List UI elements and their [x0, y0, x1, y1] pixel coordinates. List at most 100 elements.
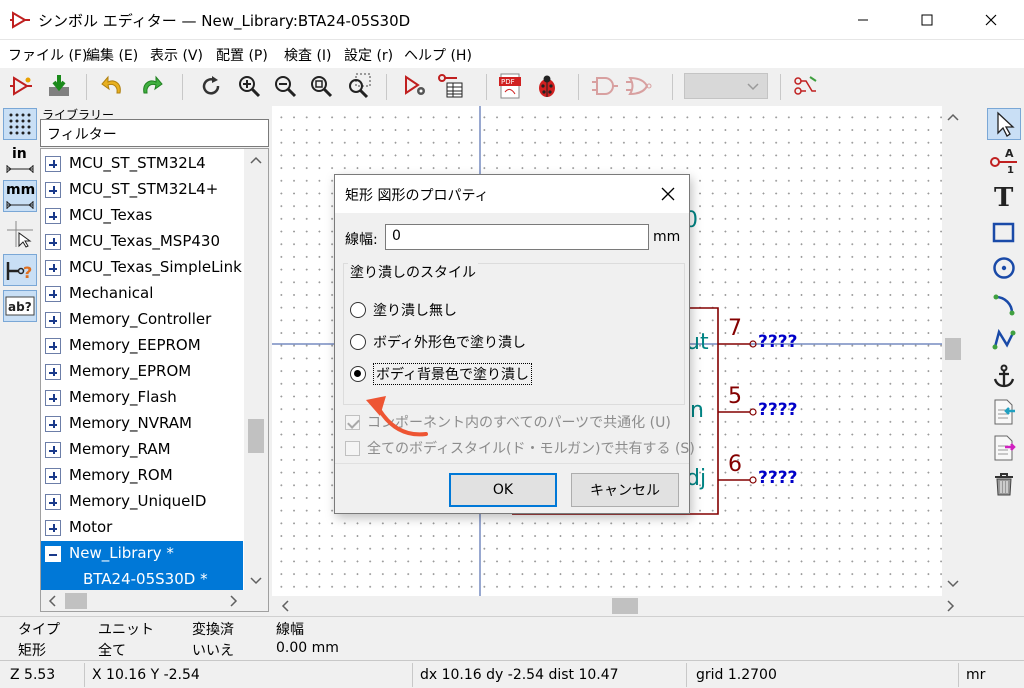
add-text-button[interactable]: T [987, 180, 1021, 212]
units-mm-button[interactable]: mm [3, 180, 37, 212]
fill-none-radio[interactable]: 塗り潰し無し [350, 298, 457, 322]
library-tree-item[interactable]: Memory_EPROM [41, 359, 243, 385]
expand-icon[interactable] [45, 468, 61, 484]
menu-place[interactable]: 配置 (P) [216, 45, 268, 65]
body-style-demorgan-button[interactable] [624, 71, 654, 101]
library-tree-item[interactable]: MCU_ST_STM32L4 [41, 151, 243, 177]
radio-icon[interactable] [350, 302, 366, 318]
fill-body-background-radio[interactable]: ボディ背景色で塗り潰し [350, 362, 533, 386]
datasheet-button[interactable]: PDF [496, 71, 526, 101]
library-vertical-scrollbar[interactable] [244, 149, 268, 601]
menu-preferences[interactable]: 設定 (r) [344, 45, 393, 65]
expand-icon[interactable] [45, 338, 61, 354]
export-graphics-button[interactable] [987, 432, 1021, 464]
anchor-button[interactable] [987, 360, 1021, 392]
zoom-fit-button[interactable] [306, 71, 336, 101]
pin-table-button[interactable] [436, 71, 466, 101]
erc-button[interactable] [532, 71, 562, 101]
radio-icon[interactable] [350, 334, 366, 350]
library-tree-item[interactable]: Memory_Controller [41, 307, 243, 333]
pin-connection-button[interactable] [790, 71, 820, 101]
show-electrical-type-button[interactable]: ? [3, 254, 37, 286]
show-hidden-fields-button[interactable]: ab? [3, 290, 37, 322]
redo-button[interactable] [136, 71, 166, 101]
scroll-thumb[interactable] [612, 598, 638, 614]
library-tree-item[interactable]: Memory_RAM [41, 437, 243, 463]
radio-checked-icon[interactable] [350, 366, 366, 382]
scroll-thumb[interactable] [65, 593, 87, 609]
save-button[interactable] [44, 71, 74, 101]
library-tree-item[interactable]: MCU_Texas [41, 203, 243, 229]
menu-help[interactable]: ヘルプ (H) [404, 45, 472, 65]
scroll-right-icon[interactable] [942, 598, 958, 614]
library-tree-item[interactable]: MCU_ST_STM32L4+ [41, 177, 243, 203]
scroll-up-icon[interactable] [244, 153, 268, 169]
library-horizontal-scrollbar[interactable] [40, 590, 269, 612]
scroll-left-icon[interactable] [45, 593, 61, 609]
library-tree-item[interactable]: Memory_NVRAM [41, 411, 243, 437]
expand-icon[interactable] [45, 234, 61, 250]
scroll-down-icon[interactable] [244, 573, 268, 589]
library-tree-item[interactable]: Memory_ROM [41, 463, 243, 489]
expand-icon[interactable] [45, 364, 61, 380]
library-tree-item[interactable]: MCU_Texas_MSP430 [41, 229, 243, 255]
line-width-input[interactable]: 0 [385, 224, 649, 250]
scroll-right-icon[interactable] [225, 593, 241, 609]
scroll-down-icon[interactable] [942, 576, 964, 592]
expand-icon[interactable] [45, 182, 61, 198]
add-polyline-button[interactable] [987, 324, 1021, 356]
expand-icon[interactable] [45, 286, 61, 302]
delete-tool-button[interactable] [987, 468, 1021, 500]
menu-inspect[interactable]: 検査 (I) [284, 45, 332, 65]
ok-button[interactable]: OK [449, 473, 557, 507]
canvas-horizontal-scrollbar[interactable] [272, 596, 964, 616]
add-arc-button[interactable] [987, 288, 1021, 320]
library-tree-item[interactable]: Motor [41, 515, 243, 541]
expand-icon[interactable] [45, 156, 61, 172]
zoom-selection-button[interactable] [344, 71, 374, 101]
scroll-thumb[interactable] [248, 419, 264, 453]
collapse-icon[interactable] [45, 546, 61, 562]
units-inch-button[interactable]: in [3, 144, 37, 176]
menu-edit[interactable]: 編集 (E) [86, 45, 138, 65]
add-pin-button[interactable]: A1 [987, 144, 1021, 176]
dialog-close-button[interactable] [655, 181, 681, 207]
menu-view[interactable]: 表示 (V) [150, 45, 203, 65]
scroll-thumb[interactable] [945, 338, 961, 360]
library-tree-item[interactable]: Mechanical [41, 281, 243, 307]
library-filter-input[interactable]: フィルター [40, 119, 269, 147]
library-tree-item[interactable]: Memory_Flash [41, 385, 243, 411]
canvas-vertical-scrollbar[interactable] [942, 106, 964, 596]
fill-body-outline-radio[interactable]: ボディ外形色で塗り潰し [350, 330, 526, 354]
symbol-properties-button[interactable] [400, 71, 430, 101]
refresh-button[interactable] [196, 71, 226, 101]
expand-icon[interactable] [45, 390, 61, 406]
library-tree-item[interactable]: Memory_EEPROM [41, 333, 243, 359]
cursor-style-button[interactable] [3, 218, 37, 250]
expand-icon[interactable] [45, 494, 61, 510]
expand-icon[interactable] [45, 416, 61, 432]
select-tool-button[interactable] [987, 108, 1021, 140]
minimize-button[interactable] [840, 0, 886, 40]
cancel-button[interactable]: キャンセル [571, 473, 679, 507]
new-symbol-button[interactable] [6, 71, 36, 101]
library-tree-item[interactable]: Memory_UniqueID [41, 489, 243, 515]
undo-button[interactable] [98, 71, 128, 101]
menu-file[interactable]: ファイル (F) [8, 45, 87, 65]
unit-selector-combo[interactable] [684, 73, 768, 99]
scroll-up-icon[interactable] [942, 110, 964, 126]
library-tree-item[interactable]: MCU_Texas_SimpleLink [41, 255, 243, 281]
expand-icon[interactable] [45, 520, 61, 536]
close-button[interactable] [968, 0, 1014, 40]
expand-icon[interactable] [45, 312, 61, 328]
expand-icon[interactable] [45, 442, 61, 458]
expand-icon[interactable] [45, 260, 61, 276]
maximize-button[interactable] [904, 0, 950, 40]
add-rectangle-button[interactable] [987, 216, 1021, 248]
scroll-left-icon[interactable] [278, 598, 294, 614]
import-graphics-button[interactable] [987, 396, 1021, 428]
expand-icon[interactable] [45, 208, 61, 224]
zoom-out-button[interactable] [270, 71, 300, 101]
add-circle-button[interactable] [987, 252, 1021, 284]
library-tree-item-selected[interactable]: New_Library * [41, 541, 243, 567]
